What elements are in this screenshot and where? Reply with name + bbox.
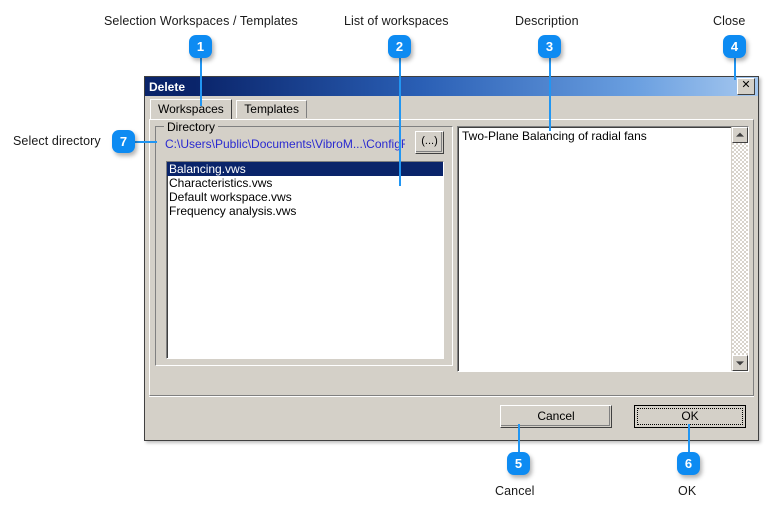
directory-group-title: Directory [164,120,219,134]
ok-button[interactable]: OK [634,405,746,428]
callout-connector-4 [734,58,736,80]
triangle-up-glyph [736,132,744,137]
directory-path-value: C:\Users\Public\Documents\VibroM...\Conf… [165,137,405,151]
callout-badge-4: 4 [723,35,746,58]
callout-label-5: Cancel [495,484,535,498]
browse-directory-button[interactable]: (...) [415,131,444,154]
dialog-button-bar: Cancel OK [149,396,754,435]
workspace-listbox[interactable]: Balancing.vws Characteristics.vws Defaul… [166,161,444,359]
close-icon[interactable]: ✕ [737,78,755,95]
callout-badge-3: 3 [538,35,561,58]
tab-templates[interactable]: Templates [236,100,307,118]
scroll-up-icon[interactable] [732,127,748,143]
directory-groupbox: Directory C:\Users\Public\Documents\Vibr… [155,120,453,366]
callout-connector-6 [688,424,690,452]
callout-connector-3 [549,58,551,131]
description-scrollbar[interactable] [731,127,748,371]
callout-label-4: Close [713,14,746,28]
callout-badge-2: 2 [388,35,411,58]
dialog-titlebar[interactable]: Delete ✕ [145,77,758,96]
dialog-title: Delete [149,79,186,94]
callout-badge-7: 7 [112,130,135,153]
callout-label-6: OK [678,484,697,498]
list-item[interactable]: Frequency analysis.vws [167,204,443,218]
tab-workspaces[interactable]: Workspaces [150,99,232,119]
callout-label-1: Selection Workspaces / Templates [104,14,298,28]
callout-badge-6: 6 [677,452,700,475]
description-text: Two-Plane Balancing of radial fans [462,129,647,143]
cancel-button[interactable]: Cancel [500,405,612,428]
callout-connector-7 [135,141,157,143]
callout-connector-2 [399,58,401,186]
callout-badge-5: 5 [507,452,530,475]
callout-label-3: Description [515,14,579,28]
callout-connector-1 [200,58,202,106]
tab-page-workspaces: Directory C:\Users\Public\Documents\Vibr… [149,119,754,396]
scroll-down-icon[interactable] [732,355,748,371]
triangle-down-glyph [736,361,744,366]
callout-connector-5 [518,424,520,452]
callout-badge-1: 1 [189,35,212,58]
callout-label-2: List of workspaces [344,14,449,28]
description-panel[interactable]: Two-Plane Balancing of radial fans [457,126,749,372]
tab-strip: Workspaces Templates [145,96,758,119]
list-item[interactable]: Balancing.vws [167,162,443,176]
list-item[interactable]: Default workspace.vws [167,190,443,204]
delete-dialog: Delete ✕ Workspaces Templates Directory … [144,76,759,441]
callout-label-7: Select directory [13,134,101,148]
ok-button-label: OK [681,409,699,423]
list-item[interactable]: Characteristics.vws [167,176,443,190]
